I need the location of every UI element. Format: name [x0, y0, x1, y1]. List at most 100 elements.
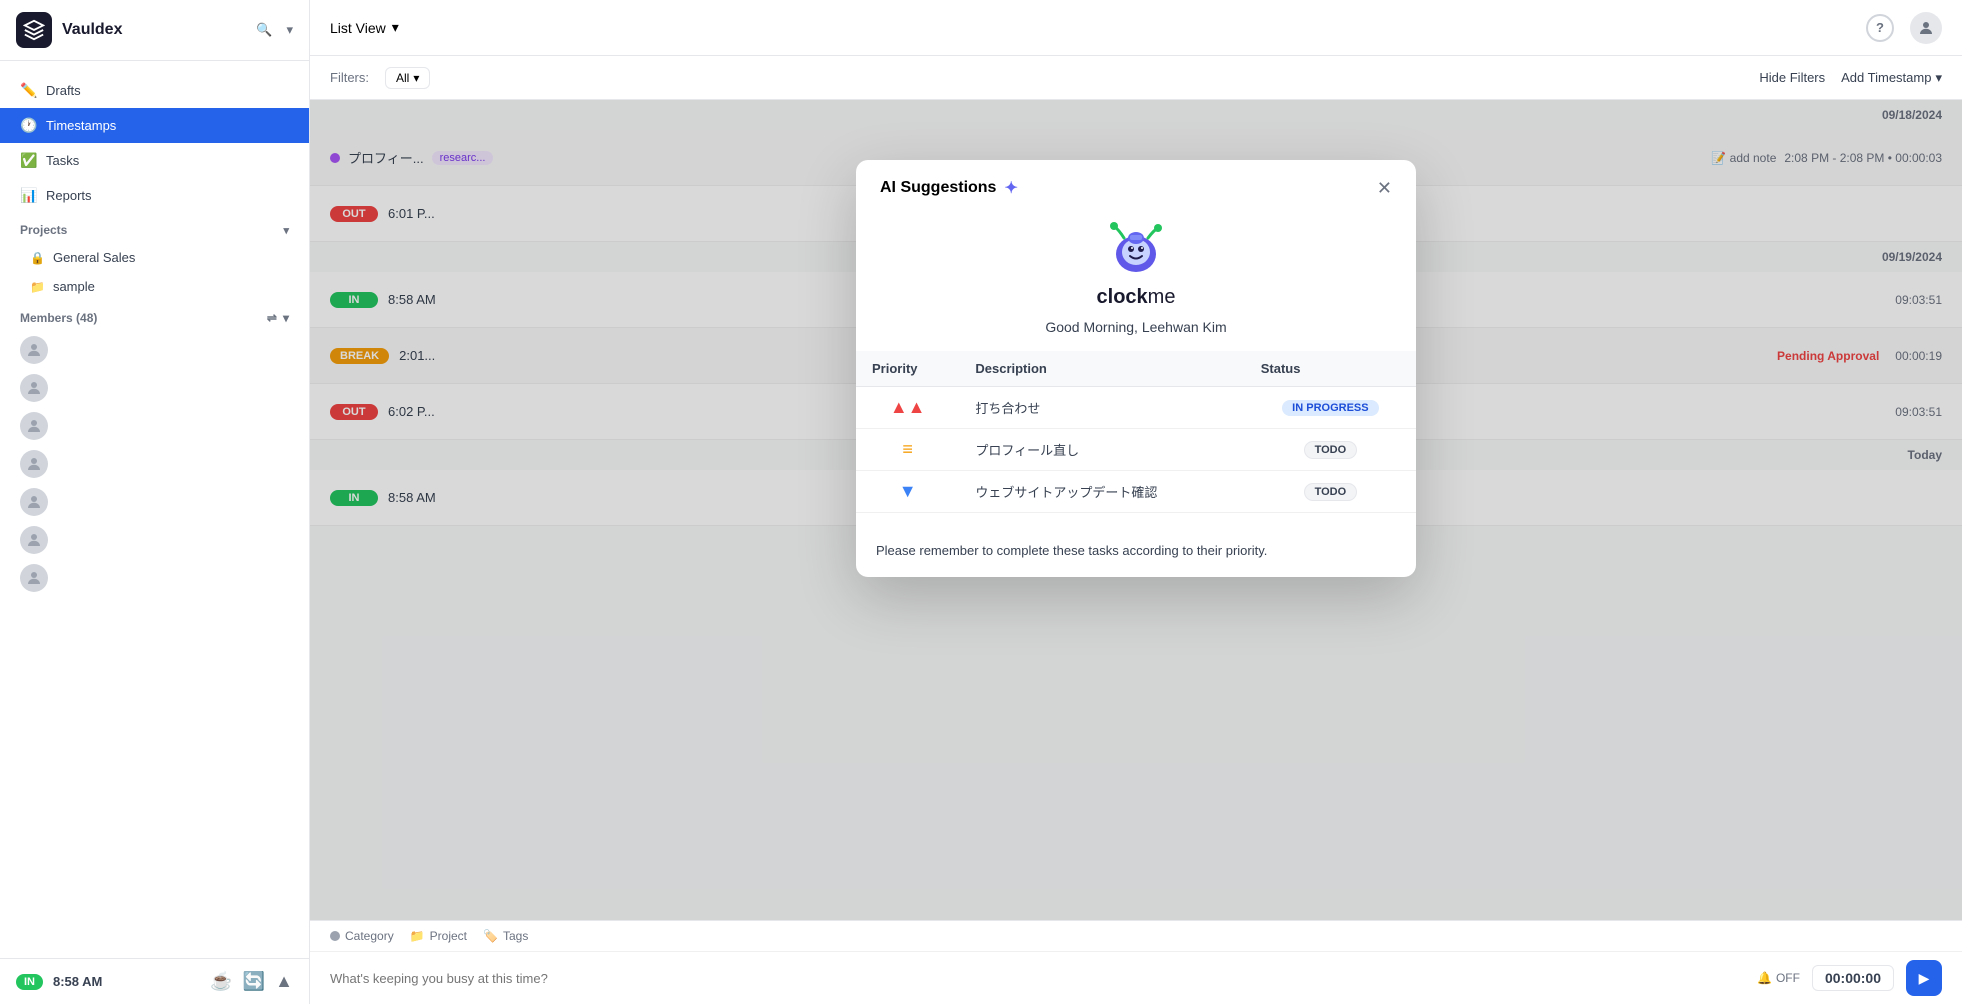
filter-all-button[interactable]: All ▾	[385, 67, 430, 89]
main-content: List View ▾ ? Filters: All ▾ Hide Filter…	[310, 0, 1962, 1004]
modal-title: AI Suggestions ✦	[880, 178, 1018, 198]
footer-icons: ☕ 🔄 ▲	[210, 971, 293, 992]
play-button[interactable]: ▶	[1906, 960, 1942, 996]
off-label: OFF	[1776, 971, 1800, 985]
activity-input[interactable]	[330, 971, 1745, 986]
priority-cell: ▲▲	[856, 387, 959, 429]
clockme-logo: clockme	[856, 208, 1416, 313]
col-header-description: Description	[959, 351, 1244, 387]
members-section-header: Members (48) ⇌ ▾	[0, 301, 309, 331]
modal-greeting: Good Morning, Leehwan Kim	[856, 313, 1416, 351]
category-tag[interactable]: Category	[330, 929, 394, 943]
ai-suggestions-modal: AI Suggestions ✦ ✕	[856, 160, 1416, 577]
view-selector[interactable]: List View ▾	[330, 19, 399, 36]
member-item[interactable]	[0, 559, 309, 597]
sidebar-item-drafts[interactable]: ✏️ Drafts	[0, 73, 309, 108]
modal-header: AI Suggestions ✦ ✕	[856, 160, 1416, 208]
search-icon[interactable]: 🔍	[256, 22, 272, 38]
member-item[interactable]	[0, 521, 309, 559]
members-list	[0, 331, 309, 597]
drafts-icon: ✏️	[20, 82, 36, 99]
status-cell: TODO	[1245, 429, 1416, 471]
footer-time: 8:58 AM	[53, 974, 102, 989]
view-selector-chevron-icon: ▾	[392, 19, 399, 36]
project-folder-icon: 📁	[410, 929, 425, 943]
clockme-text: clockme	[1097, 286, 1176, 309]
status-badge: IN PROGRESS	[1282, 400, 1378, 416]
projects-chevron-icon: ▾	[283, 224, 289, 237]
add-timestamp-button[interactable]: Add Timestamp ▾	[1841, 70, 1942, 86]
member-item[interactable]	[0, 407, 309, 445]
reports-icon: 📊	[20, 187, 36, 204]
project-item-sample[interactable]: 📁 sample	[0, 272, 309, 301]
list-item: ▼ ウェブサイトアップデート確認 TODO	[856, 471, 1416, 513]
filter-all-label: All	[396, 71, 409, 85]
tags-tag[interactable]: 🏷️ Tags	[483, 929, 528, 943]
help-button[interactable]: ?	[1866, 14, 1894, 42]
status-badge: TODO	[1304, 441, 1358, 459]
modal-overlay: AI Suggestions ✦ ✕	[310, 100, 1962, 920]
priority-icon: ≡	[902, 439, 913, 459]
topbar-right: ?	[1866, 12, 1942, 44]
tags-label: Tags	[503, 929, 528, 943]
footer-status-badge: IN	[16, 974, 43, 990]
nav-items: ✏️ Drafts🕐 Timestamps✅ Tasks📊 Reports	[0, 73, 309, 213]
projects-label: Projects	[20, 223, 67, 237]
tasks-icon: ✅	[20, 152, 36, 169]
avatar	[20, 374, 48, 402]
priority-icon: ▼	[899, 481, 917, 501]
modal-close-button[interactable]: ✕	[1377, 179, 1392, 197]
off-toggle[interactable]: 🔔 OFF	[1757, 971, 1800, 985]
coffee-icon[interactable]: ☕	[210, 971, 232, 992]
sidebar-item-timestamps[interactable]: 🕐 Timestamps	[0, 108, 309, 143]
up-icon[interactable]: ▲	[275, 971, 293, 992]
priority-icon: ▲▲	[890, 397, 926, 417]
sidebar-item-reports[interactable]: 📊 Reports	[0, 178, 309, 213]
member-item[interactable]	[0, 369, 309, 407]
avatar	[20, 412, 48, 440]
project-label: General Sales	[53, 250, 135, 265]
view-selector-label: List View	[330, 20, 386, 36]
sidebar-navigation: ✏️ Drafts🕐 Timestamps✅ Tasks📊 Reports Pr…	[0, 61, 309, 958]
project-tag[interactable]: 📁 Project	[410, 929, 467, 943]
member-item[interactable]	[0, 445, 309, 483]
members-chevron-icon[interactable]: ▾	[283, 311, 289, 325]
chevron-down-icon[interactable]: ▾	[286, 22, 293, 38]
bell-icon: 🔔	[1757, 971, 1772, 985]
project-item-general-sales[interactable]: 🔒 General Sales	[0, 243, 309, 272]
status-cell: TODO	[1245, 471, 1416, 513]
timestamps-icon: 🕐	[20, 117, 36, 134]
user-avatar[interactable]	[1910, 12, 1942, 44]
sidebar-header: Vauldex 🔍 ▾	[0, 0, 309, 61]
filter-label: Filters:	[330, 70, 369, 85]
modal-tasks-table: Priority Description Status ▲▲ 打ち合わせ IN …	[856, 351, 1416, 513]
status-badge: TODO	[1304, 483, 1358, 501]
filter-chevron-icon: ▾	[413, 71, 419, 85]
sidebar-item-label: Reports	[46, 188, 92, 203]
description-cell: プロフィール直し	[959, 429, 1244, 471]
status-cell: IN PROGRESS	[1245, 387, 1416, 429]
avatar	[20, 564, 48, 592]
back-icon[interactable]: 🔄	[243, 971, 265, 992]
list-item: ▲▲ 打ち合わせ IN PROGRESS	[856, 387, 1416, 429]
category-label: Category	[345, 929, 394, 943]
list-item: ≡ プロフィール直し TODO	[856, 429, 1416, 471]
sidebar: Vauldex 🔍 ▾ ✏️ Drafts🕐 Timestamps✅ Tasks…	[0, 0, 310, 1004]
member-item[interactable]	[0, 331, 309, 369]
sort-icon[interactable]: ⇌	[267, 311, 277, 325]
hide-filters-button[interactable]: Hide Filters	[1759, 70, 1825, 85]
description-cell: 打ち合わせ	[959, 387, 1244, 429]
sidebar-item-label: Drafts	[46, 83, 81, 98]
member-item[interactable]	[0, 483, 309, 521]
projects-section-header[interactable]: Projects ▾	[0, 213, 309, 243]
modal-title-text: AI Suggestions	[880, 179, 996, 197]
priority-cell: ▼	[856, 471, 959, 513]
timer-display: 00:00:00	[1812, 965, 1894, 991]
modal-table-body: ▲▲ 打ち合わせ IN PROGRESS ≡ プロフィール直し TODO ▼ ウ…	[856, 387, 1416, 513]
modal-footer-text: Please remember to complete these tasks …	[856, 529, 1416, 577]
main-list-content: 09/18/2024 プロフィー... researc... 📝 add not…	[310, 100, 1962, 920]
avatar	[20, 450, 48, 478]
projects-list: 🔒 General Sales📁 sample	[0, 243, 309, 301]
sidebar-item-tasks[interactable]: ✅ Tasks	[0, 143, 309, 178]
folder-icon: 📁	[30, 280, 45, 294]
